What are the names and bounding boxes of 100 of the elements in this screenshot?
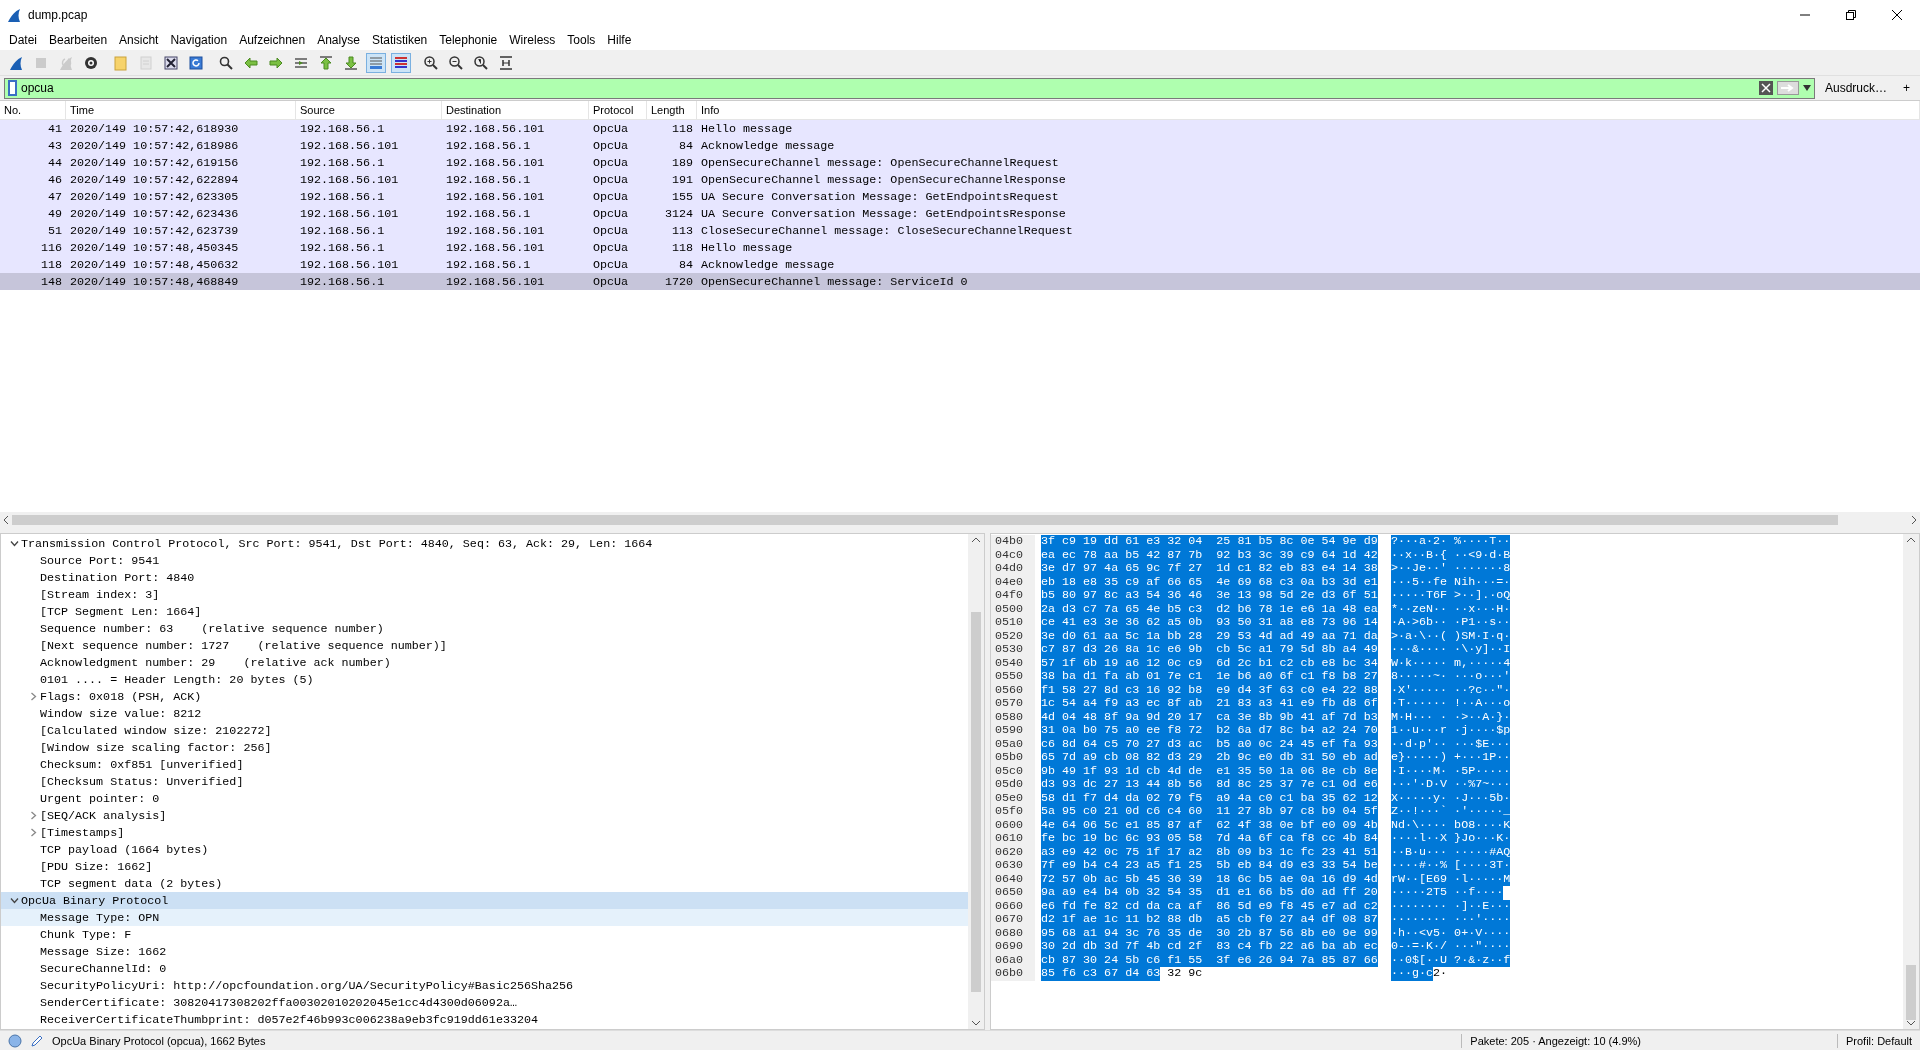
tree-row[interactable]: [Timestamps]: [1, 824, 968, 841]
menu-item[interactable]: Bearbeiten: [43, 33, 114, 47]
packet-row[interactable]: 49 2020/149 10:57:42,623436 192.168.56.101 192.168.56.1 OpcUa 3124 UA Secure Conversation Message: GetEndpointsResponse: [0, 205, 1920, 222]
tree-row[interactable]: OpcUa Binary Protocol: [1, 892, 968, 909]
zoom-reset-icon[interactable]: [473, 54, 489, 71]
table-cell-text: Hello message: [700, 121, 794, 136]
column-header[interactable]: Destination: [442, 101, 589, 119]
display-filter-field[interactable]: opcua: [4, 77, 1815, 99]
close-icon[interactable]: [1892, 10, 1902, 20]
scroll-down-icon[interactable]: [1907, 1020, 1915, 1026]
tree-row[interactable]: [Window size scaling factor: 256]: [1, 739, 968, 756]
tree-item-text: Message Type: OPN: [40, 910, 160, 925]
restore-icon[interactable]: [1846, 10, 1856, 20]
tree-row[interactable]: [PDU Size: 1662]: [1, 858, 968, 875]
tree-row[interactable]: [Stream index: 3]: [1, 586, 968, 603]
scroll-up-icon[interactable]: [972, 537, 980, 543]
column-header[interactable]: Protocol: [589, 101, 647, 119]
bookmark-icon[interactable]: [8, 80, 17, 96]
tree-row[interactable]: TCP segment data (2 bytes): [1, 875, 968, 892]
menu-item[interactable]: Ansicht: [113, 33, 165, 47]
column-header[interactable]: Source: [296, 101, 442, 119]
menu-item[interactable]: Statistiken: [365, 33, 434, 47]
tree-row[interactable]: [Next sequence number: 1727 (relative sequence number)]: [1, 637, 968, 654]
vertical-scrollbar[interactable]: [968, 534, 984, 1029]
expand-caret-icon[interactable]: [28, 692, 38, 701]
tree-row[interactable]: SenderCertificate: 30820417308202ffa00302010202045e1cc4d4300d06092a…: [1, 994, 968, 1011]
menu-item[interactable]: Datei: [3, 33, 43, 47]
packet-row[interactable]: 43 2020/149 10:57:42,618986 192.168.56.101 192.168.56.1 OpcUa 84 Acknowledge message: [0, 137, 1920, 154]
tree-row[interactable]: Sequence number: 63 (relative sequence number): [1, 620, 968, 637]
profile-label[interactable]: Profil: Default: [1845, 1034, 1920, 1047]
tree-row[interactable]: Window size value: 8212: [1, 705, 968, 722]
collapse-caret-icon[interactable]: [9, 896, 19, 905]
tree-row[interactable]: 0101 .... = Header Length: 20 bytes (5): [1, 671, 968, 688]
tree-row[interactable]: Flags: 0x018 (PSH, ACK): [1, 688, 968, 705]
packet-row[interactable]: 118 2020/149 10:57:48,450632 192.168.56.101 192.168.56.1 OpcUa 84 Acknowledge message: [0, 256, 1920, 273]
tree-row[interactable]: [Calculated window size: 2102272]: [1, 722, 968, 739]
arrow-down-icon[interactable]: [343, 54, 359, 71]
menu-item[interactable]: Hilfe: [601, 33, 638, 47]
packet-row[interactable]: 41 2020/149 10:57:42,618930 192.168.56.1 192.168.56.101 OpcUa 118 Hello message: [0, 120, 1920, 137]
resize-columns-icon[interactable]: [498, 54, 514, 71]
tree-row[interactable]: [Checksum Status: Unverified]: [1, 773, 968, 790]
scroll-down-icon[interactable]: [972, 1020, 980, 1026]
tree-row[interactable]: [SEQ/ACK analysis]: [1, 807, 968, 824]
toggle-button[interactable]: [366, 52, 386, 73]
add-filter-button[interactable]: +: [1897, 81, 1916, 95]
column-header[interactable]: No.: [0, 101, 66, 119]
collapse-caret-icon[interactable]: [9, 539, 19, 548]
menu-item[interactable]: Analyse: [311, 33, 366, 47]
tree-row[interactable]: Chunk Type: F: [1, 926, 968, 943]
packet-row[interactable]: 51 2020/149 10:57:42,623739 192.168.56.1 192.168.56.101 OpcUa 113 CloseSecureChannel message: CloseSecureChannelRequest: [0, 222, 1920, 239]
scrollbar-thumb[interactable]: [1906, 965, 1916, 1020]
toggle-button[interactable]: [391, 52, 411, 73]
scrollbar-thumb[interactable]: [971, 611, 981, 992]
packet-row[interactable]: 116 2020/149 10:57:48,450345 192.168.56.1 192.168.56.101 OpcUa 118 Hello message: [0, 239, 1920, 256]
tree-row[interactable]: Message Size: 1662: [1, 943, 968, 960]
scroll-up-icon[interactable]: [1907, 537, 1915, 543]
tree-row[interactable]: TCP payload (1664 bytes): [1, 841, 968, 858]
horizontal-scrollbar[interactable]: [0, 512, 1920, 528]
tree-row[interactable]: SecurityPolicyUri: http://opcfoundation.org/UA/SecurityPolicy#Basic256Sha256: [1, 977, 968, 994]
tree-row[interactable]: SecureChannelId: 0: [1, 960, 968, 977]
tree-row[interactable]: Urgent pointer: 0: [1, 790, 968, 807]
column-header[interactable]: Length: [647, 101, 697, 119]
tree-row[interactable]: Destination Port: 4840: [1, 569, 968, 586]
expression-button[interactable]: Ausdruck…: [1818, 81, 1893, 95]
packet-row[interactable]: 47 2020/149 10:57:42,623305 192.168.56.1 192.168.56.101 OpcUa 155 UA Secure Conversation Message: GetEndpointsRequest: [0, 188, 1920, 205]
clear-icon[interactable]: [1758, 81, 1773, 95]
menu-item[interactable]: Telephonie: [433, 33, 504, 47]
tree-row[interactable]: Transmission Control Protocol, Src Port: 9541, Dst Port: 4840, Seq: 63, Ack: 29, Len: 1664: [1, 535, 968, 552]
vertical-scrollbar[interactable]: [1903, 534, 1919, 1029]
tree-row[interactable]: Acknowledgment number: 29 (relative ack number): [1, 654, 968, 671]
column-header[interactable]: Time: [66, 101, 296, 119]
packet-row[interactable]: 148 2020/149 10:57:48,468849 192.168.56.1 192.168.56.101 OpcUa 1720 OpenSecureChannel message: ServiceId 0: [0, 273, 1920, 290]
packet-row[interactable]: 44 2020/149 10:57:42,619156 192.168.56.1 192.168.56.101 OpcUa 189 OpenSecureChannel message: OpenSecureChannelRequest: [0, 154, 1920, 171]
menu-item[interactable]: Wireless: [503, 33, 562, 47]
menu-item[interactable]: Navigation: [164, 33, 234, 47]
menu-item[interactable]: Aufzeichnen: [233, 33, 312, 47]
zoom-out-icon[interactable]: [448, 54, 464, 71]
scroll-right-icon[interactable]: [1910, 516, 1918, 524]
close-file-icon[interactable]: [163, 54, 179, 71]
packet-row[interactable]: 46 2020/149 10:57:42,622894 192.168.56.101 192.168.56.1 OpcUa 191 OpenSecureChannel message: OpenSecureChannelResponse: [0, 171, 1920, 188]
expert-info-icon[interactable]: [8, 1033, 22, 1048]
gear-icon[interactable]: [83, 54, 99, 71]
caret-icon[interactable]: [1802, 85, 1811, 91]
scroll-left-icon[interactable]: [2, 516, 10, 524]
tree-row[interactable]: ReceiverCertificateThumbprint: d057e2f46b993c006238a9eb3fc919dd61e33204: [1, 1011, 968, 1028]
arrow-up-icon[interactable]: [318, 54, 334, 71]
tree-row[interactable]: [TCP Segment Len: 1664]: [1, 603, 968, 620]
tree-row[interactable]: Source Port: 9541: [1, 552, 968, 569]
search-icon[interactable]: [218, 54, 234, 71]
menu-item[interactable]: Tools: [561, 33, 602, 47]
pencil-icon[interactable]: [30, 1033, 44, 1048]
shark-fin-icon[interactable]: [8, 54, 24, 71]
tree-row[interactable]: Checksum: 0xf851 [unverified]: [1, 756, 968, 773]
column-header[interactable]: Info: [697, 101, 1920, 119]
hex-offset: 0550: [991, 670, 1035, 684]
reload-icon[interactable]: [188, 54, 204, 71]
filter-input[interactable]: opcua: [21, 81, 1755, 95]
tree-row[interactable]: Message Type: OPN: [1, 909, 968, 926]
scrollbar-thumb[interactable]: [12, 515, 1838, 525]
zoom-in-icon[interactable]: [423, 54, 439, 71]
